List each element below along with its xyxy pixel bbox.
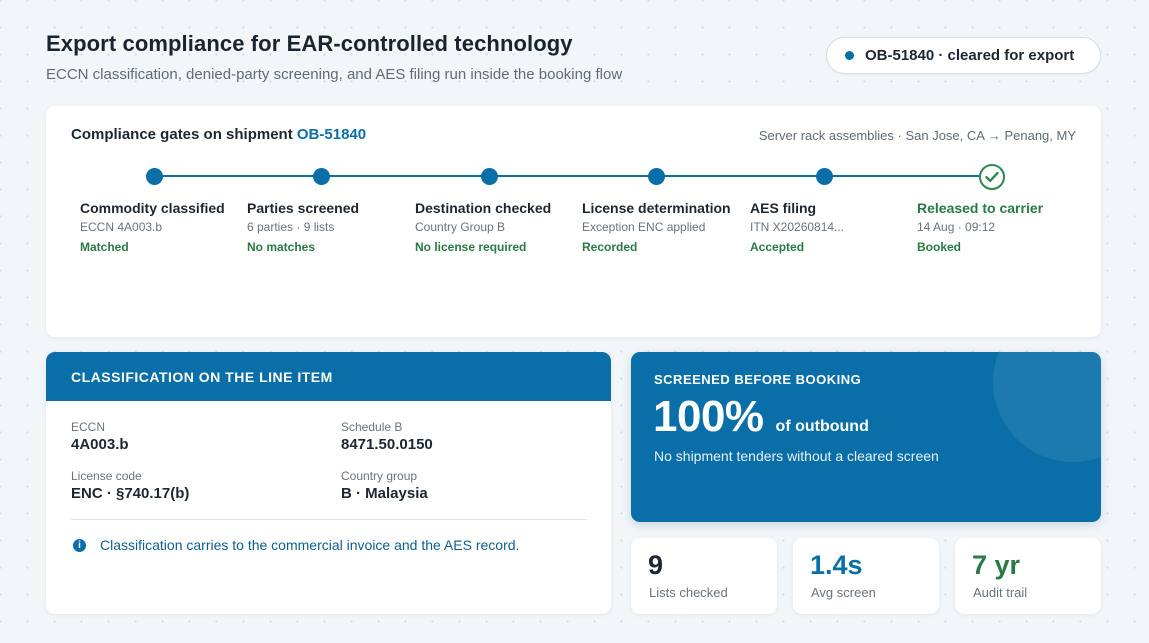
status-dot-icon <box>845 51 854 60</box>
field-schedule-b: Schedule B 8471.50.0150 <box>341 420 433 454</box>
step-label: Released to carrier <box>917 200 1044 216</box>
step-detail: Country Group B <box>415 220 506 234</box>
classification-header: CLASSIFICATION ON THE LINE ITEM <box>46 352 611 401</box>
step-label: Destination checked <box>415 200 552 216</box>
gates-title-prefix: Compliance gates on shipment <box>71 126 293 143</box>
stat-label: Lists checked <box>649 585 728 600</box>
step-aes-filing[interactable]: AES filing ITN X20260814... Accepted <box>750 199 910 255</box>
page-subtitle: ECCN classification, denied-party screen… <box>46 66 623 83</box>
step-label: License determination <box>582 200 731 216</box>
stat-label: Avg screen <box>811 585 876 600</box>
compliance-gates-card: Compliance gates on shipment OB-51840 Se… <box>46 106 1101 337</box>
step-label: AES filing <box>750 200 817 216</box>
field-label: Schedule B <box>341 420 403 434</box>
field-value: ENC · §740.17(b) <box>71 485 190 502</box>
page-title: Export compliance for EAR-controlled tec… <box>46 31 573 56</box>
screening-eyebrow: SCREENED BEFORE BOOKING <box>654 372 862 387</box>
step-detail: 6 parties · 9 lists <box>247 220 335 234</box>
stat-audit-trail: 7 yr Audit trail <box>955 538 1101 614</box>
field-label: License code <box>71 469 142 483</box>
gates-title: Compliance gates on shipment OB-51840 <box>71 126 366 143</box>
step-node-screened <box>313 168 330 185</box>
field-country-group: Country group B · Malaysia <box>341 469 428 503</box>
field-value: B · Malaysia <box>341 485 428 502</box>
step-status: Booked <box>917 240 962 254</box>
step-commodity-classified[interactable]: Commodity classified ECCN 4A003.b Matche… <box>80 199 240 255</box>
field-license-code: License code ENC · §740.17(b) <box>71 469 189 503</box>
page-header: Export compliance for EAR-controlled tec… <box>46 31 622 83</box>
field-label: ECCN <box>71 420 106 434</box>
stat-avg-screen: 1.4s Avg screen <box>793 538 939 614</box>
step-license-determination[interactable]: License determination Exception ENC appl… <box>582 199 742 255</box>
step-detail: 14 Aug · 09:12 <box>917 220 996 234</box>
classification-note: i Classification carries to the commerci… <box>73 537 519 553</box>
step-detail: Exception ENC applied <box>582 220 706 234</box>
shipment-route: Server rack assemblies · San Jose, CA → … <box>758 128 1076 143</box>
screening-metric: 100% of outbound <box>653 392 869 442</box>
step-released-to-carrier[interactable]: Released to carrier 14 Aug · 09:12 Booke… <box>917 199 1077 255</box>
stat-label: Audit trail <box>973 585 1028 600</box>
export-status-label: OB-51840 · cleared for export <box>865 47 1075 64</box>
field-value: 4A003.b <box>71 436 129 453</box>
step-detail: ECCN 4A003.b <box>80 220 163 234</box>
step-detail: ITN X20260814... <box>750 220 845 234</box>
step-parties-screened[interactable]: Parties screened 6 parties · 9 lists No … <box>247 199 407 255</box>
screening-note: No shipment tenders without a cleared sc… <box>654 448 939 464</box>
step-label: Parties screened <box>247 200 360 216</box>
step-status: No matches <box>247 240 316 254</box>
field-value: 8471.50.0150 <box>341 436 433 453</box>
stat-lists-checked: 9 Lists checked <box>631 538 777 614</box>
step-status: Recorded <box>582 240 638 254</box>
step-node-classified <box>146 168 163 185</box>
decorative-circle <box>993 352 1101 462</box>
step-status: No license required <box>415 240 527 254</box>
stat-value: 1.4s <box>810 550 863 580</box>
field-label: Country group <box>341 469 418 483</box>
progress-track <box>154 175 992 177</box>
step-status: Matched <box>80 240 129 254</box>
step-status: Accepted <box>750 240 805 254</box>
step-node-license <box>648 168 665 185</box>
screening-unit: of outbound <box>775 418 869 435</box>
classification-divider <box>71 519 587 520</box>
screening-percent: 100% <box>653 392 764 441</box>
classification-note-text: Classification carries to the commercial… <box>100 537 520 553</box>
step-destination-checked[interactable]: Destination checked Country Group B No l… <box>415 199 575 255</box>
screening-card: SCREENED BEFORE BOOKING 100% of outbound… <box>631 352 1101 522</box>
step-node-aes <box>816 168 833 185</box>
step-node-destination <box>481 168 498 185</box>
check-circle-icon <box>979 164 1005 190</box>
step-label: Commodity classified <box>80 200 225 216</box>
shipment-link[interactable]: OB-51840 <box>297 126 366 143</box>
export-status-badge[interactable]: OB-51840 · cleared for export <box>826 37 1101 74</box>
field-eccn: ECCN 4A003.b <box>71 420 129 454</box>
classification-card: CLASSIFICATION ON THE LINE ITEM ECCN 4A0… <box>46 352 611 614</box>
stat-value: 7 yr <box>972 550 1021 580</box>
stat-value: 9 <box>648 550 664 580</box>
info-icon: i <box>73 538 86 552</box>
